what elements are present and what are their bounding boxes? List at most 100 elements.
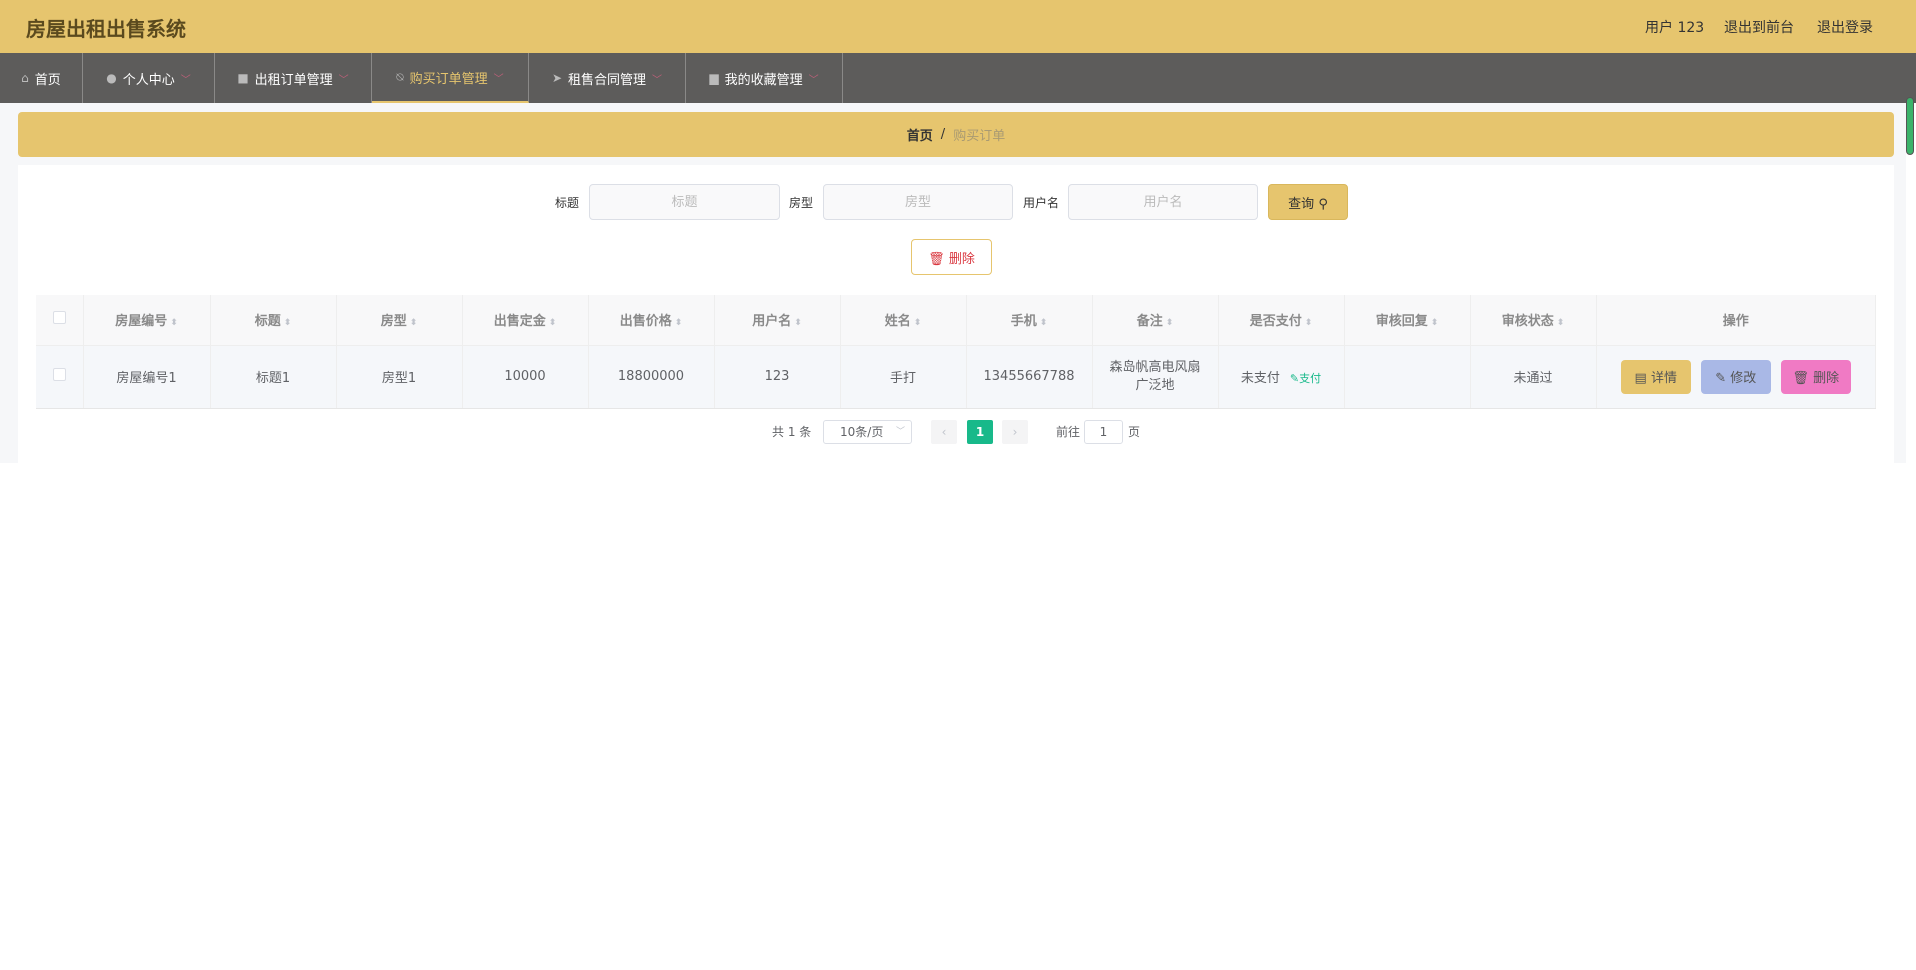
- exit-to-front-link[interactable]: 退出到前台: [1724, 17, 1794, 37]
- cell-reply: [1344, 345, 1471, 409]
- scrollbar[interactable]: [1906, 97, 1914, 155]
- paid-status: 未支付: [1240, 371, 1280, 386]
- col-type[interactable]: 房型 ⬍: [336, 295, 463, 346]
- chevron-down-icon: ﹀: [180, 74, 191, 86]
- col-paid[interactable]: 是否支付 ⬍: [1218, 295, 1345, 346]
- username-input[interactable]: [1068, 184, 1258, 220]
- col-price[interactable]: 出售价格 ⬍: [588, 295, 715, 346]
- chevron-down-icon: ﹀: [493, 73, 504, 85]
- cell-username: 123: [714, 345, 841, 409]
- chevron-down-icon: ﹀: [895, 427, 905, 437]
- col-house-no[interactable]: 房屋编号 ⬍: [83, 295, 211, 346]
- nav-label: 首页: [34, 72, 61, 88]
- row-checkbox[interactable]: [52, 368, 66, 381]
- trash-icon: 🗑: [928, 251, 945, 267]
- edit-button[interactable]: ✎ 修改: [1700, 359, 1771, 394]
- sort-icon: ⬍: [1304, 318, 1313, 329]
- chevron-right-icon: ›: [1012, 425, 1018, 439]
- col-deposit[interactable]: 出售定金 ⬍: [462, 295, 589, 346]
- sort-icon: ⬍: [1556, 318, 1565, 329]
- chevron-down-icon: ﹀: [808, 74, 819, 86]
- user-icon: ●: [106, 71, 117, 85]
- cell-type: 房型1: [336, 345, 463, 409]
- page-1-button[interactable]: 1: [967, 420, 993, 444]
- cell-remark: 森岛帆高电风扇广泛地: [1092, 345, 1219, 409]
- sort-icon: ⬍: [1039, 318, 1048, 329]
- breadcrumb-home[interactable]: 首页: [907, 125, 933, 144]
- nav-item-rent-orders[interactable]: ■ 出租订单管理 ﹀: [215, 53, 372, 103]
- next-page-button[interactable]: ›: [1002, 420, 1028, 444]
- trash-icon: 🗑: [1792, 371, 1809, 386]
- document-icon: ▤: [1634, 371, 1647, 386]
- breadcrumb-separator: /: [940, 127, 946, 142]
- cell-phone: 13455667788: [966, 345, 1093, 409]
- user-label: 用户 123: [1645, 20, 1705, 36]
- nav-item-favorites[interactable]: ▆ 我的收藏管理 ﹀: [686, 53, 843, 103]
- col-phone[interactable]: 手机 ⬍: [966, 295, 1093, 346]
- page-size-select[interactable]: 10条/页 ﹀: [823, 420, 912, 444]
- logout-link[interactable]: 退出登录: [1817, 17, 1873, 37]
- cell-house-no: 房屋编号1: [83, 345, 211, 409]
- edit-icon: ✎: [1289, 372, 1300, 385]
- cell-status: 未通过: [1470, 345, 1597, 409]
- sort-icon: ⬍: [1165, 318, 1174, 329]
- cell-deposit: 10000: [462, 345, 589, 409]
- cell-actions: ▤ 详情 ✎ 修改 🗑 删除: [1596, 345, 1876, 409]
- prev-page-button[interactable]: ‹: [931, 420, 957, 444]
- sort-icon: ⬍: [674, 318, 683, 329]
- page-size-value: 10条/页: [840, 425, 884, 439]
- cell-price: 18800000: [588, 345, 715, 409]
- table-header-row: 房屋编号 ⬍ 标题 ⬍ 房型 ⬍ 出售定金 ⬍ 出售价格 ⬍ 用户名 ⬍ 姓名 ⬍ 手机 ⬍ 备…: [36, 295, 1876, 346]
- delete-button[interactable]: 🗑 删除: [1780, 359, 1851, 394]
- search-button[interactable]: 查询 ⚲: [1268, 184, 1348, 220]
- remark-text: 森岛帆高电风扇广泛地: [1109, 359, 1201, 393]
- batch-delete-button[interactable]: 🗑 删除: [911, 239, 992, 275]
- table-row: 房屋编号1 标题1 房型1 10000 18800000 123 手打 1345…: [36, 345, 1876, 409]
- pay-link[interactable]: ✎支付: [1290, 372, 1321, 385]
- col-reply[interactable]: 审核回复 ⬍: [1344, 295, 1471, 346]
- nav-label: 我的收藏管理: [724, 72, 803, 88]
- nav-item-home[interactable]: ⌂ 首页: [0, 53, 83, 103]
- nav-label: 购买订单管理: [409, 71, 488, 87]
- nav-label: 个人中心: [122, 72, 175, 88]
- username-label: 用户名: [1023, 196, 1060, 210]
- nav-item-personal[interactable]: ● 个人中心 ﹀: [83, 53, 215, 103]
- nav-item-contracts[interactable]: ➤ 租售合同管理 ﹀: [529, 53, 686, 103]
- search-button-label: 查询: [1288, 196, 1315, 212]
- chevron-down-icon: ﹀: [652, 74, 663, 86]
- title-input[interactable]: [589, 184, 780, 220]
- cell-title: 标题1: [210, 345, 337, 409]
- col-status[interactable]: 审核状态 ⬍: [1470, 295, 1597, 346]
- bell-off-icon: ⍉: [396, 69, 404, 84]
- col-username[interactable]: 用户名 ⬍: [714, 295, 841, 346]
- top-header: 房屋出租出售系统 用户 123 退出到前台 退出登录: [0, 0, 1916, 53]
- total-count: 共 1 条: [772, 425, 812, 439]
- col-actions: 操作: [1596, 295, 1876, 346]
- sort-icon: ⬍: [409, 318, 418, 329]
- goto-page-input[interactable]: 1: [1084, 420, 1123, 444]
- select-all-checkbox[interactable]: [52, 311, 66, 325]
- search-icon: ⚲: [1318, 196, 1328, 212]
- col-name[interactable]: 姓名 ⬍: [840, 295, 967, 346]
- nav-label: 出租订单管理: [254, 72, 333, 88]
- sort-icon: ⬍: [283, 318, 292, 329]
- cell-name: 手打: [840, 345, 967, 409]
- home-icon: ⌂: [21, 71, 29, 85]
- sort-icon: ⬍: [170, 318, 178, 329]
- col-title[interactable]: 标题 ⬍: [210, 295, 337, 346]
- main-nav: ⌂ 首页 ● 个人中心 ﹀ ■ 出租订单管理 ﹀ ⍉ 购买订单管理 ﹀ ➤ 租售合同管理 ﹀ ▆ 我…: [0, 53, 1916, 103]
- col-remark[interactable]: 备注 ⬍: [1092, 295, 1219, 346]
- nav-item-purchase-orders[interactable]: ⍉ 购买订单管理 ﹀: [372, 53, 529, 103]
- sort-icon: ⬍: [913, 318, 922, 329]
- monitor-icon: ▆: [709, 71, 719, 85]
- briefcase-icon: ■: [237, 71, 249, 85]
- app-title: 房屋出租出售系统: [26, 17, 186, 41]
- type-input[interactable]: [823, 184, 1013, 220]
- select-all-cell: [36, 295, 84, 346]
- sort-icon: ⬍: [548, 318, 557, 329]
- delete-label: 删除: [948, 251, 975, 267]
- edit-icon: ✎: [1715, 371, 1727, 386]
- detail-button[interactable]: ▤ 详情: [1620, 359, 1691, 394]
- title-label: 标题: [555, 196, 580, 210]
- sort-icon: ⬍: [794, 318, 802, 329]
